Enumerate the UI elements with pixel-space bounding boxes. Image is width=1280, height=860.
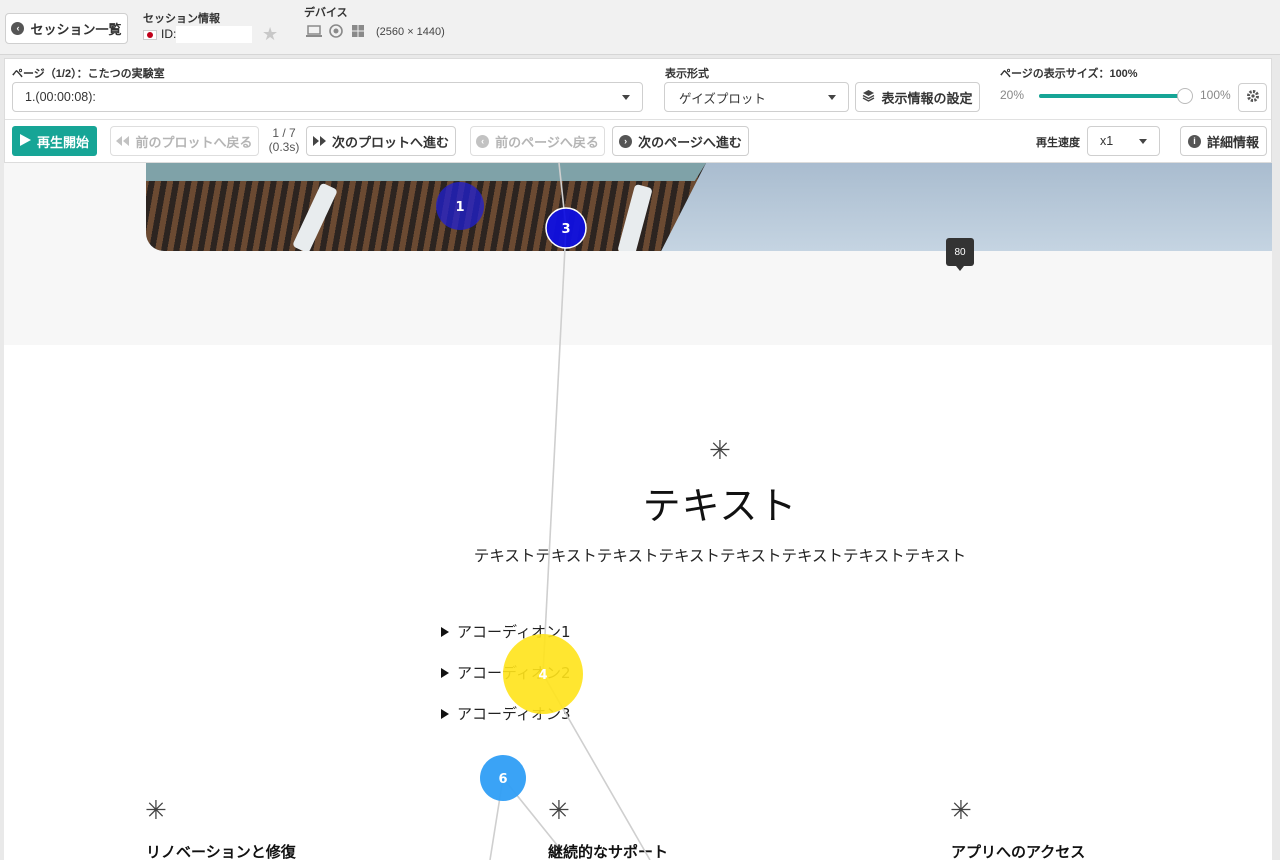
session-list-label: セッション一覧 <box>30 22 122 37</box>
hero-section: 80 <box>4 163 1272 345</box>
speed-select[interactable]: x1 <box>1087 126 1160 156</box>
asterisk-icon: ✳ <box>548 795 570 825</box>
settings-button[interactable] <box>1238 83 1267 112</box>
play-label: 再生開始 <box>36 134 89 150</box>
feature-title: 継続的なサポート <box>548 844 669 860</box>
panel-divider <box>5 119 1271 120</box>
page-label: ページ（1/2）：こたつの実験室 <box>12 68 165 80</box>
prev-page-button[interactable]: ‹ 前のページへ戻る <box>470 126 605 156</box>
triangle-right-icon <box>441 708 449 719</box>
accordion-item[interactable]: アコーディオン1 <box>441 621 571 642</box>
rewind-icon <box>116 134 130 149</box>
gear-icon <box>1246 89 1260 106</box>
details-label: 詳細情報 <box>1206 134 1259 150</box>
asterisk-icon: ✳ <box>709 435 731 465</box>
device-label: デバイス <box>304 7 348 19</box>
slider-handle[interactable] <box>1177 88 1193 104</box>
play-button[interactable]: 再生開始 <box>12 126 97 156</box>
asterisk-icon: ✳ <box>145 795 167 825</box>
next-page-label: 次のページへ進む <box>638 134 742 150</box>
plot-counter-value: 1 / 7 <box>272 126 296 140</box>
play-icon <box>19 133 31 149</box>
dwell-tooltip: 80 <box>946 238 974 271</box>
info-icon: i <box>1187 134 1201 148</box>
page-select-value: 1.(00:00:08): <box>25 90 96 104</box>
session-list-button[interactable]: ‹ セッション一覧 <box>5 13 128 44</box>
plot-counter: 1 / 7 (0.3s) <box>264 126 304 154</box>
accordion-label: アコーディオン2 <box>457 664 571 682</box>
display-settings-label: 表示情報の設定 <box>881 90 973 106</box>
next-plot-button[interactable]: 次のプロットへ進む <box>306 126 456 156</box>
prev-plot-label: 前のプロットへ戻る <box>135 134 253 150</box>
next-page-button[interactable]: › 次のページへ進む <box>612 126 749 156</box>
chrome-icon <box>328 24 344 38</box>
session-info-label: セッション情報 <box>143 13 220 25</box>
prev-page-label: 前のページへ戻る <box>495 134 599 150</box>
display-format-select[interactable]: ゲイズプロット <box>664 82 849 112</box>
accordion-label: アコーディオン1 <box>457 623 571 641</box>
prev-plot-button[interactable]: 前のプロットへ戻る <box>110 126 259 156</box>
session-id-label: ID: <box>161 27 177 41</box>
windows-icon <box>350 24 366 38</box>
triangle-right-icon <box>441 667 449 678</box>
top-bar: ‹ セッション一覧 セッション情報 ID: ★ デバイス (2560 × 144… <box>0 0 1280 55</box>
page-select[interactable]: 1.(00:00:08): <box>12 82 643 112</box>
next-plot-label: 次のプロットへ進む <box>331 134 449 150</box>
display-format-label: 表示形式 <box>665 68 709 80</box>
control-panel: ページ（1/2）：こたつの実験室 1.(00:00:08): 表示形式 ゲイズプ… <box>4 58 1272 163</box>
chevron-down-icon <box>622 95 630 100</box>
triangle-right-icon <box>441 626 449 637</box>
accordion-label: アコーディオン3 <box>457 705 571 723</box>
arrow-left-circle-icon: ‹ <box>476 134 490 148</box>
page-size-label: ページの表示サイズ：100% <box>1000 68 1138 80</box>
accordion-item[interactable]: アコーディオン3 <box>441 703 571 724</box>
details-button[interactable]: i 詳細情報 <box>1180 126 1267 156</box>
speed-value: x1 <box>1100 134 1114 148</box>
japan-flag-icon <box>143 30 157 40</box>
page-size-slider[interactable] <box>1039 88 1193 104</box>
layers-icon <box>862 89 875 105</box>
slider-max-label: 100% <box>1200 88 1231 102</box>
feature-title: リノベーションと修復 <box>146 844 296 860</box>
page-heading: テキスト <box>642 484 798 528</box>
hero-building-image <box>146 163 1272 251</box>
fast-forward-icon <box>312 134 326 149</box>
arrow-right-circle-icon: › <box>619 134 633 148</box>
page-preview: 80 ✳ テキスト テキストテキストテキストテキストテキストテキストテキストテキ… <box>4 163 1272 860</box>
chevron-down-icon <box>828 95 836 100</box>
speed-label: 再生速度 <box>1036 137 1080 149</box>
feature-title: アプリへのアクセス <box>951 844 1086 860</box>
asterisk-icon: ✳ <box>950 795 972 825</box>
arrow-left-circle-icon: ‹ <box>11 22 25 35</box>
slider-fill <box>1039 94 1185 98</box>
device-resolution: (2560 × 1440) <box>376 26 445 38</box>
laptop-icon <box>306 24 322 38</box>
building-roof <box>146 163 706 181</box>
chevron-down-icon <box>1139 139 1147 144</box>
display-settings-button[interactable]: 表示情報の設定 <box>855 82 980 112</box>
accordion-item[interactable]: アコーディオン2 <box>441 662 571 683</box>
star-icon[interactable]: ★ <box>262 24 278 45</box>
display-format-value: ゲイズプロット <box>679 91 766 106</box>
slider-min-label: 20% <box>1000 88 1025 102</box>
plot-time: (0.3s) <box>268 140 300 154</box>
page-body-text: テキストテキストテキストテキストテキストテキストテキストテキスト <box>473 547 967 565</box>
session-id-value <box>176 26 252 43</box>
